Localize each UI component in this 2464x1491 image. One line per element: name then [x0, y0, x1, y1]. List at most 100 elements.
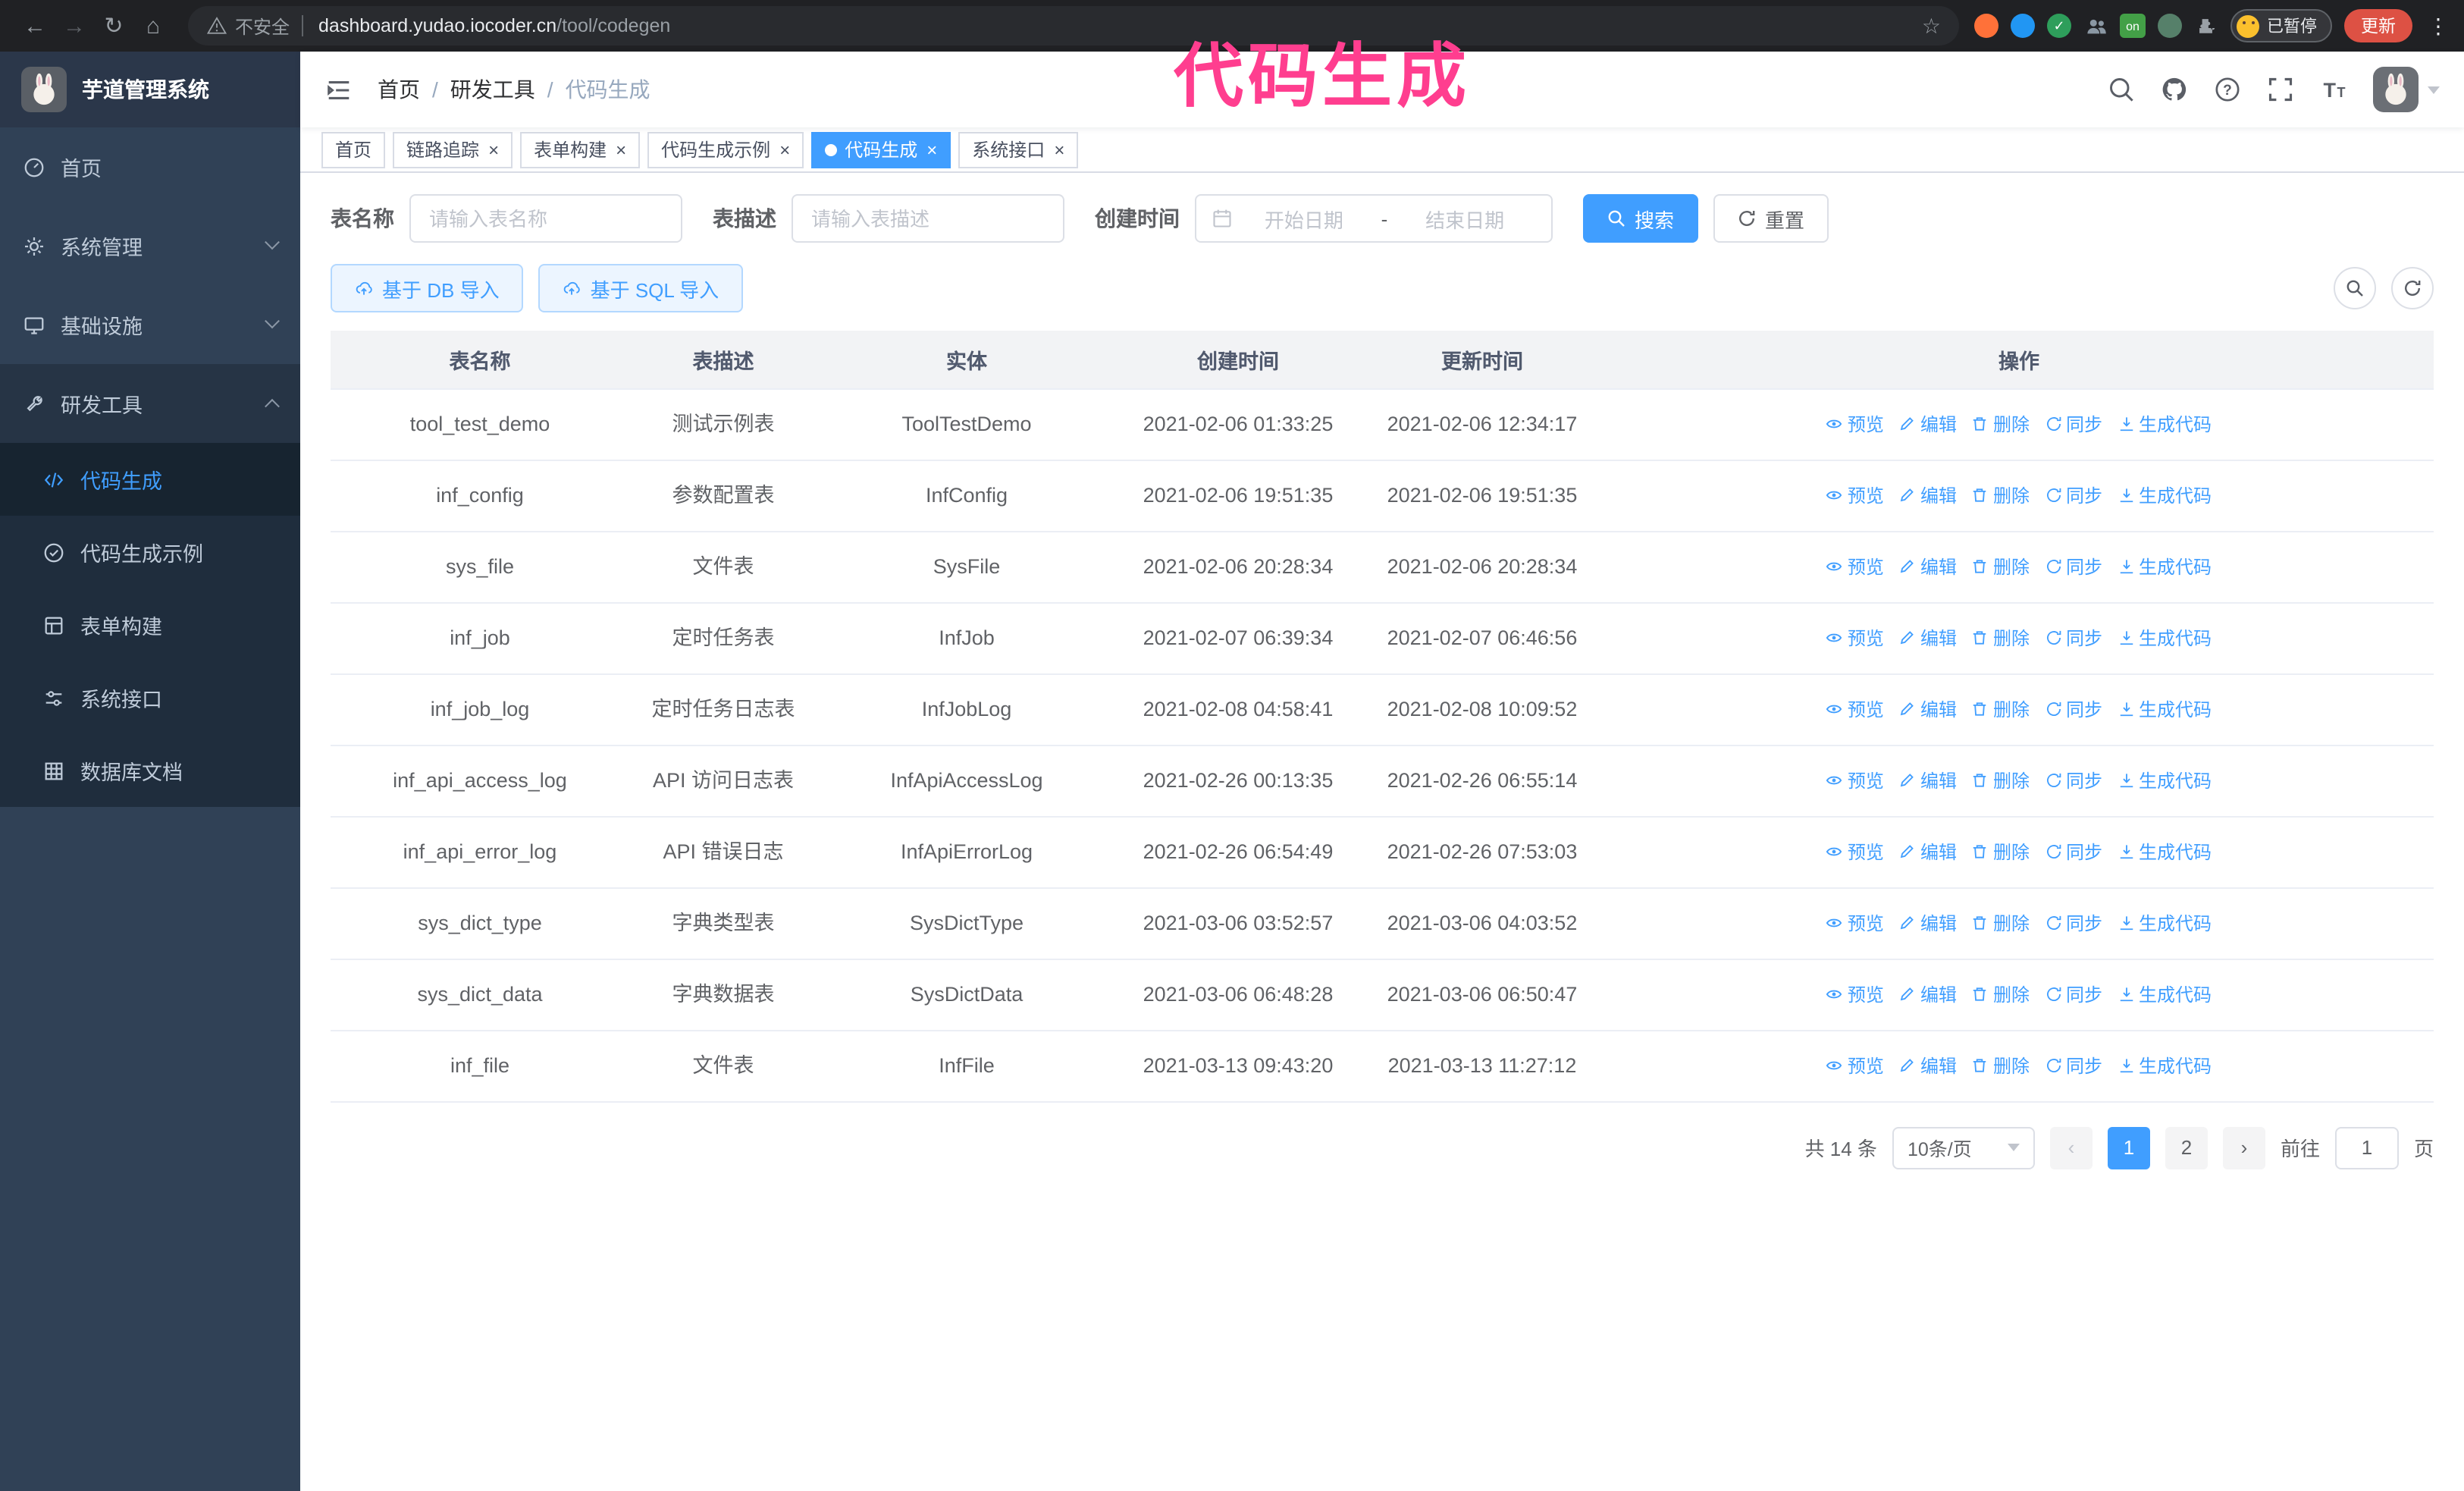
preview-link[interactable]: 预览: [1826, 551, 1884, 582]
delete-link[interactable]: 删除: [1972, 409, 2030, 439]
app-logo[interactable]: 芋道管理系统: [0, 52, 300, 127]
edit-link[interactable]: 编辑: [1899, 480, 1957, 510]
delete-link[interactable]: 删除: [1972, 480, 2030, 510]
sync-link[interactable]: 同步: [2045, 837, 2102, 867]
breadcrumb-devtools[interactable]: 研发工具: [450, 74, 566, 105]
sidebar-item-devtools[interactable]: 研发工具: [0, 364, 300, 443]
hamburger-icon[interactable]: [324, 75, 353, 104]
address-bar[interactable]: 不安全 dashboard.yudao.iocoder.cn/tool/code…: [188, 6, 1959, 46]
sidebar-item-form-builder[interactable]: 表单构建: [0, 589, 300, 661]
edit-link[interactable]: 编辑: [1899, 694, 1957, 724]
profile-badge[interactable]: 已暂停: [2230, 9, 2332, 42]
edit-link[interactable]: 编辑: [1899, 1050, 1957, 1081]
edit-link[interactable]: 编辑: [1899, 765, 1957, 796]
search-button[interactable]: 搜索: [1583, 194, 1699, 243]
generate-code-link[interactable]: 生成代码: [2118, 480, 2212, 510]
preview-link[interactable]: 预览: [1826, 979, 1884, 1009]
prev-page-button[interactable]: ‹: [2049, 1126, 2093, 1169]
sync-link[interactable]: 同步: [2045, 1050, 2102, 1081]
preview-link[interactable]: 预览: [1826, 694, 1884, 724]
toggle-search-button[interactable]: [2334, 267, 2376, 309]
delete-link[interactable]: 删除: [1972, 623, 2030, 653]
tab-tracing[interactable]: 链路追踪 ×: [393, 131, 513, 168]
browser-forward-button[interactable]: →: [55, 6, 94, 46]
close-icon[interactable]: ×: [488, 140, 499, 159]
sync-link[interactable]: 同步: [2045, 409, 2102, 439]
tab-home[interactable]: 首页: [321, 131, 386, 168]
people-extension-icon[interactable]: [2083, 14, 2108, 38]
bookmark-star-icon[interactable]: ☆: [1922, 13, 1941, 39]
browser-back-button[interactable]: ←: [15, 6, 55, 46]
import-db-button[interactable]: 基于 DB 导入: [331, 264, 524, 312]
font-size-icon[interactable]: TT: [2320, 76, 2347, 103]
sidebar-item-system-api[interactable]: 系统接口: [0, 661, 300, 734]
user-menu[interactable]: [2373, 67, 2440, 112]
tab-form-builder[interactable]: 表单构建 ×: [520, 131, 641, 168]
generate-code-link[interactable]: 生成代码: [2118, 1050, 2212, 1081]
delete-link[interactable]: 删除: [1972, 979, 2030, 1009]
page-button-1[interactable]: 1: [2107, 1126, 2150, 1169]
table-name-input[interactable]: [409, 194, 682, 243]
delete-link[interactable]: 删除: [1972, 1050, 2030, 1081]
sidebar-item-db-docs[interactable]: 数据库文档: [0, 734, 300, 807]
delete-link[interactable]: 删除: [1972, 765, 2030, 796]
sync-link[interactable]: 同步: [2045, 551, 2102, 582]
generate-code-link[interactable]: 生成代码: [2118, 908, 2212, 938]
sidebar-item-codegen-example[interactable]: 代码生成示例: [0, 516, 300, 589]
sync-link[interactable]: 同步: [2045, 979, 2102, 1009]
next-page-button[interactable]: ›: [2222, 1126, 2265, 1169]
goto-page-input[interactable]: [2334, 1126, 2399, 1169]
generate-code-link[interactable]: 生成代码: [2118, 979, 2212, 1009]
close-icon[interactable]: ×: [1054, 140, 1064, 159]
fox-extension-icon[interactable]: [1974, 14, 1998, 38]
browser-reload-button[interactable]: ↻: [94, 6, 133, 46]
on-extension-icon[interactable]: on: [2120, 14, 2146, 38]
edit-link[interactable]: 编辑: [1899, 409, 1957, 439]
close-icon[interactable]: ×: [779, 140, 790, 159]
close-icon[interactable]: ×: [926, 140, 937, 159]
preview-link[interactable]: 预览: [1826, 409, 1884, 439]
edit-link[interactable]: 编辑: [1899, 979, 1957, 1009]
drop-extension-icon[interactable]: [2011, 14, 2035, 38]
question-icon[interactable]: ?: [2214, 76, 2241, 103]
github-icon[interactable]: [2161, 76, 2188, 103]
tab-system-api[interactable]: 系统接口 ×: [958, 131, 1079, 168]
page-size-select[interactable]: 10条/页: [1892, 1126, 2035, 1169]
reset-button[interactable]: 重置: [1713, 194, 1829, 243]
search-icon[interactable]: [2108, 76, 2135, 103]
preview-link[interactable]: 预览: [1826, 1050, 1884, 1081]
leaf-extension-icon[interactable]: [2158, 14, 2182, 38]
check-extension-icon[interactable]: ✓: [2047, 14, 2071, 38]
generate-code-link[interactable]: 生成代码: [2118, 837, 2212, 867]
tab-codegen[interactable]: 代码生成 ×: [811, 131, 951, 168]
browser-update-button[interactable]: 更新: [2344, 9, 2412, 42]
breadcrumb-home[interactable]: 首页: [378, 74, 450, 105]
browser-home-button[interactable]: ⌂: [133, 6, 173, 46]
edit-link[interactable]: 编辑: [1899, 837, 1957, 867]
generate-code-link[interactable]: 生成代码: [2118, 694, 2212, 724]
puzzle-extension-icon[interactable]: [2194, 14, 2218, 38]
preview-link[interactable]: 预览: [1826, 765, 1884, 796]
sync-link[interactable]: 同步: [2045, 908, 2102, 938]
sidebar-item-system[interactable]: 系统管理: [0, 206, 300, 285]
edit-link[interactable]: 编辑: [1899, 551, 1957, 582]
preview-link[interactable]: 预览: [1826, 480, 1884, 510]
preview-link[interactable]: 预览: [1826, 837, 1884, 867]
delete-link[interactable]: 删除: [1972, 551, 2030, 582]
browser-menu-icon[interactable]: ⋮: [2428, 13, 2449, 39]
delete-link[interactable]: 删除: [1972, 837, 2030, 867]
page-button-2[interactable]: 2: [2165, 1126, 2208, 1169]
delete-link[interactable]: 删除: [1972, 694, 2030, 724]
sync-link[interactable]: 同步: [2045, 694, 2102, 724]
sidebar-item-home[interactable]: 首页: [0, 127, 300, 206]
import-sql-button[interactable]: 基于 SQL 导入: [538, 264, 744, 312]
edit-link[interactable]: 编辑: [1899, 908, 1957, 938]
sync-link[interactable]: 同步: [2045, 623, 2102, 653]
preview-link[interactable]: 预览: [1826, 908, 1884, 938]
refresh-table-button[interactable]: [2391, 267, 2434, 309]
generate-code-link[interactable]: 生成代码: [2118, 623, 2212, 653]
generate-code-link[interactable]: 生成代码: [2118, 765, 2212, 796]
sync-link[interactable]: 同步: [2045, 480, 2102, 510]
edit-link[interactable]: 编辑: [1899, 623, 1957, 653]
tab-codegen-example[interactable]: 代码生成示例 ×: [647, 131, 804, 168]
